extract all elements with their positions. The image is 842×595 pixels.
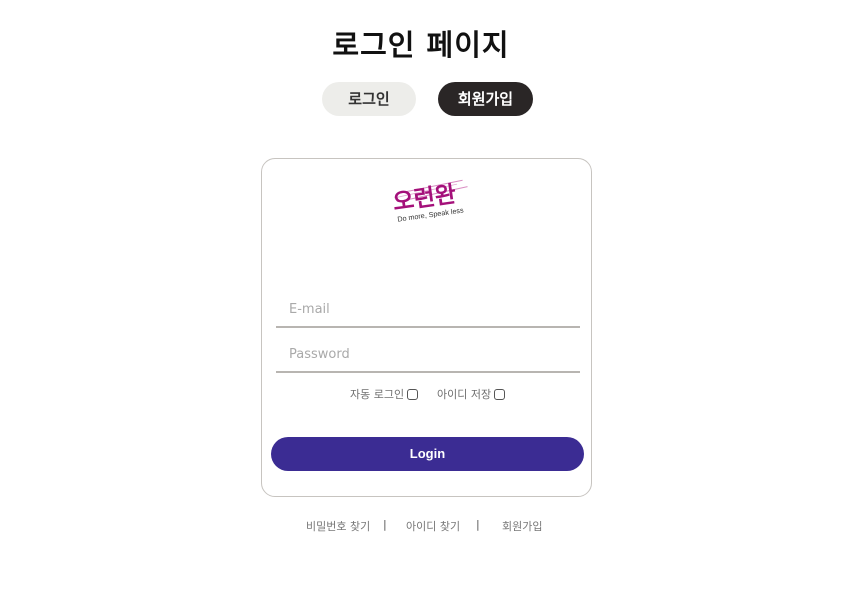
login-options: 자동 로그인 아이디 저장 [262, 386, 593, 402]
find-id-link[interactable]: 아이디 찾기 [406, 518, 460, 534]
footer-links: 비밀번호 찾기 | 아이디 찾기 | 회원가입 [0, 518, 842, 534]
login-card: 오런완 Do more, Speak less 자동 로그인 아이디 저장 Lo… [261, 158, 592, 497]
link-separator: | [476, 518, 480, 531]
password-field[interactable] [276, 337, 580, 373]
save-id-checkbox[interactable] [494, 388, 506, 400]
logo: 오런완 Do more, Speak less [391, 179, 468, 224]
link-separator: | [383, 518, 387, 531]
signup-link[interactable]: 회원가입 [502, 518, 542, 534]
tab-login[interactable]: 로그인 [322, 82, 416, 116]
save-id-label: 아이디 저장 [437, 388, 492, 401]
tab-bar: 로그인 회원가입 [0, 82, 842, 116]
save-id-option[interactable]: 아이디 저장 [437, 386, 506, 402]
auto-login-checkbox[interactable] [407, 388, 419, 400]
login-button[interactable]: Login [271, 437, 584, 471]
tab-signup[interactable]: 회원가입 [438, 82, 533, 116]
email-field[interactable] [276, 292, 580, 328]
auto-login-label: 자동 로그인 [350, 388, 405, 401]
find-password-link[interactable]: 비밀번호 찾기 [306, 518, 370, 534]
page-title: 로그인 페이지 [332, 28, 510, 62]
auto-login-option[interactable]: 자동 로그인 [350, 386, 419, 402]
